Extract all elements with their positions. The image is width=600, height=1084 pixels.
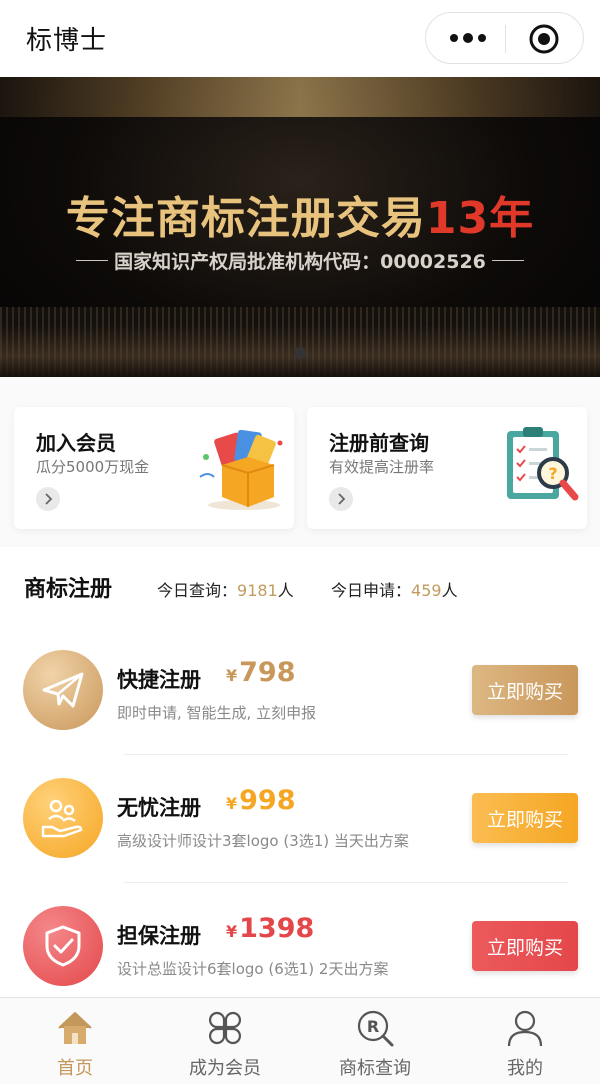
product-item-quick[interactable]: 快捷注册 ¥798 即时申请, 智能生成, 立刻申报 立即购买 (0, 627, 600, 755)
today-apply-stat: 今日申请：459人 (331, 577, 458, 601)
today-query-stat: 今日查询：9181人 (157, 577, 294, 601)
buy-now-button[interactable]: 立即购买 (472, 921, 578, 971)
product-item-guaranteed[interactable]: 担保注册 ¥1398 设计总监设计6套logo (6选1) 2天出方案 立即购买 (0, 883, 600, 1011)
banner-headline-highlight: 13年 (425, 193, 535, 244)
product-name: 快捷注册 (117, 668, 201, 692)
tab-become-member[interactable]: 成为会员 (150, 998, 300, 1084)
product-list: 快捷注册 ¥798 即时申请, 智能生成, 立刻申报 立即购买 无忧注册 ¥99… (0, 627, 600, 997)
tab-label: 成为会员 (189, 1058, 261, 1079)
mini-program-capsule (425, 12, 584, 64)
buy-now-button[interactable]: 立即购买 (472, 665, 578, 715)
product-description: 即时申请, 智能生成, 立刻申报 (117, 704, 317, 722)
bottom-tab-bar: 首页 成为会员 R 商标查询 我的 (0, 997, 600, 1084)
red-envelope-gift-icon (199, 429, 283, 510)
chevron-right-icon[interactable] (36, 487, 60, 511)
svg-text:?: ? (548, 464, 557, 483)
banner-headline: 专注商标注册交易13年 (0, 182, 600, 246)
price-amount: 1398 (239, 913, 315, 944)
banner-subline-text: 国家知识产权局批准机构代码：00002526 (114, 251, 486, 273)
trademark-stats-bar: 商标注册 今日查询：9181人 今日申请：459人 (0, 547, 600, 627)
currency-symbol: ¥ (226, 666, 238, 685)
card-subtitle: 瓜分5000万现金 (36, 458, 150, 476)
product-description: 设计总监设计6套logo (6选1) 2天出方案 (117, 960, 389, 978)
shield-check-icon (23, 906, 103, 986)
today-apply-label: 今日申请： (331, 581, 412, 600)
price-amount: 998 (239, 785, 296, 816)
navigation-bar: 标博士 (0, 0, 600, 77)
price-amount: 798 (239, 657, 296, 688)
banner-subline-rule-left (76, 260, 109, 261)
banner-light-streak (0, 77, 600, 117)
card-title: 加入会员 (36, 431, 116, 455)
product-name: 担保注册 (117, 924, 201, 948)
person-icon (507, 1010, 543, 1047)
clover-grid-icon (208, 1011, 242, 1045)
carousel-indicator[interactable] (294, 347, 306, 359)
target-circle-icon[interactable] (528, 23, 560, 55)
today-apply-value: 459 (411, 581, 442, 600)
today-query-label: 今日查询： (157, 581, 238, 600)
currency-symbol: ¥ (226, 794, 238, 813)
today-query-value: 9181 (237, 581, 278, 600)
join-member-card[interactable]: 加入会员 瓜分5000万现金 (14, 407, 294, 529)
card-subtitle: 有效提高注册率 (329, 458, 435, 476)
svg-text:R: R (367, 1017, 379, 1036)
product-description: 高级设计师设计3套logo (3选1) 当天出方案 (117, 832, 409, 850)
capsule-divider (505, 25, 506, 53)
banner-headline-main: 专注商标注册交易 (65, 193, 426, 244)
tab-label: 商标查询 (339, 1058, 411, 1079)
today-query-unit: 人 (277, 581, 294, 600)
app-title: 标博士 (26, 26, 108, 56)
tab-label: 首页 (57, 1058, 93, 1079)
tab-label: 我的 (507, 1058, 543, 1079)
home-icon (58, 1012, 92, 1044)
banner-subline: 国家知识产权局批准机构代码：00002526 (76, 247, 524, 274)
product-price: ¥798 (226, 657, 296, 688)
section-title: 商标注册 (24, 577, 113, 602)
card-title: 注册前查询 (329, 431, 429, 455)
promo-banner[interactable]: 专注商标注册交易13年 国家知识产权局批准机构代码：00002526 (0, 77, 600, 377)
product-price: ¥1398 (226, 913, 314, 944)
clipboard-search-icon: ? (507, 427, 579, 501)
product-price: ¥998 (226, 785, 296, 816)
product-name: 无忧注册 (117, 796, 201, 820)
more-dots-icon[interactable] (448, 31, 488, 45)
currency-symbol: ¥ (226, 922, 238, 941)
hand-people-icon (23, 778, 103, 858)
registered-search-icon: R (357, 1010, 394, 1047)
banner-subline-rule-right (491, 260, 524, 261)
chevron-right-icon[interactable] (329, 487, 353, 511)
tab-trademark-search[interactable]: R 商标查询 (300, 998, 450, 1084)
buy-now-button[interactable]: 立即购买 (472, 793, 578, 843)
tab-mine[interactable]: 我的 (450, 998, 600, 1084)
pre-register-search-card[interactable]: 注册前查询 有效提高注册率 ? (307, 407, 587, 529)
tab-home[interactable]: 首页 (0, 998, 150, 1084)
product-item-worry-free[interactable]: 无忧注册 ¥998 高级设计师设计3套logo (3选1) 当天出方案 立即购买 (0, 755, 600, 883)
feature-cards: 加入会员 瓜分5000万现金 注册前查询 有效提高注册率 ? (0, 377, 600, 547)
today-apply-unit: 人 (441, 581, 458, 600)
paper-plane-icon (23, 650, 103, 730)
